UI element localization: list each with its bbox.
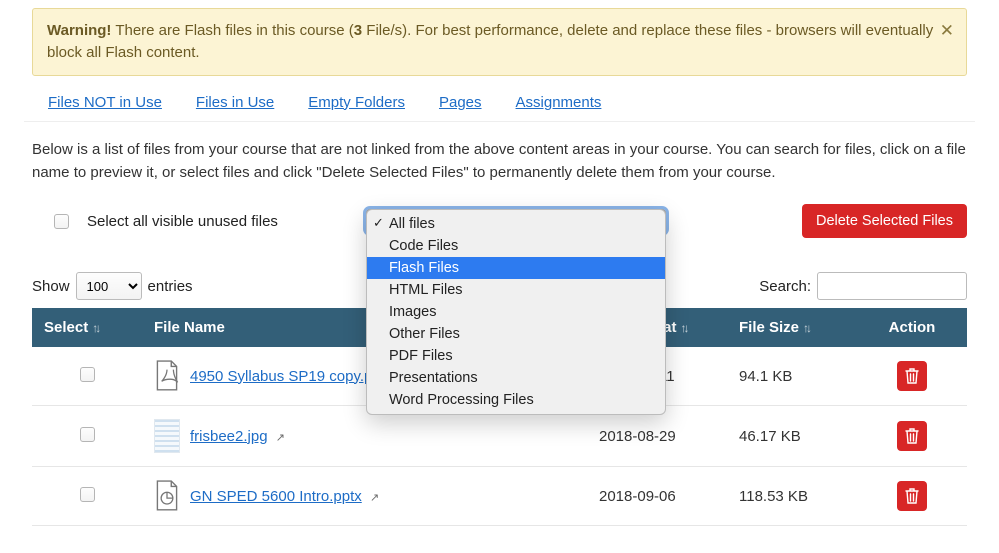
toolbar: Select all visible unused files All file… — [32, 198, 967, 246]
delete-selected-button[interactable]: Delete Selected Files — [802, 204, 967, 238]
tab-empty-folders[interactable]: Empty Folders — [308, 94, 405, 111]
col-size[interactable]: File Size↑↓ — [727, 308, 857, 347]
filter-option-word-processing[interactable]: Word Processing Files — [367, 389, 665, 411]
sort-icon: ↑↓ — [681, 321, 687, 335]
search-input[interactable] — [817, 272, 967, 300]
filter-option-presentations[interactable]: Presentations — [367, 367, 665, 389]
select-all-checkbox[interactable] — [54, 214, 69, 229]
intro-text: Below is a list of files from your cours… — [32, 122, 967, 199]
col-action: Action — [857, 308, 967, 347]
warning-label: Warning! — [47, 22, 111, 39]
file-link[interactable]: frisbee2.jpg — [190, 428, 268, 445]
delete-row-button[interactable] — [897, 421, 927, 451]
show-label: Show — [32, 278, 70, 295]
image-thumbnail-icon — [154, 419, 180, 453]
file-type-dropdown: All files Code Files Flash Files HTML Fi… — [366, 209, 666, 415]
sort-icon: ↑↓ — [92, 321, 98, 335]
row-checkbox[interactable] — [80, 487, 95, 502]
filter-option-flash-files[interactable]: Flash Files — [367, 257, 665, 279]
row-checkbox[interactable] — [80, 427, 95, 442]
tab-files-in-use[interactable]: Files in Use — [196, 94, 274, 111]
close-icon[interactable]: ✕ — [940, 19, 954, 44]
entries-label: entries — [148, 278, 193, 295]
tab-files-not-in-use[interactable]: Files NOT in Use — [48, 94, 162, 111]
filter-option-images[interactable]: Images — [367, 301, 665, 323]
col-select[interactable]: Select↑↓ — [32, 308, 142, 347]
warning-count: 3 — [354, 22, 362, 39]
delete-row-button[interactable] — [897, 361, 927, 391]
table-row: GN SPED 5600 Intro.pptx ↗ 2018-09-06 118… — [32, 467, 967, 526]
trash-icon — [905, 428, 919, 444]
external-link-icon: ↗ — [370, 492, 379, 504]
file-link[interactable]: 4950 Syllabus SP19 copy.pdf — [190, 368, 385, 385]
updated-cell: 2018-09-06 — [587, 467, 727, 526]
select-all-label: Select all visible unused files — [87, 213, 278, 230]
external-link-icon: ↗ — [276, 432, 285, 444]
tab-pages[interactable]: Pages — [439, 94, 482, 111]
pptx-file-icon — [154, 480, 180, 512]
tab-assignments[interactable]: Assignments — [516, 94, 602, 111]
filter-option-all-files[interactable]: All files — [367, 213, 665, 235]
search-label: Search: — [759, 278, 811, 295]
filter-option-html-files[interactable]: HTML Files — [367, 279, 665, 301]
content-tabs: Files NOT in Use Files in Use Empty Fold… — [24, 86, 975, 122]
sort-icon: ↑↓ — [803, 321, 809, 335]
size-cell: 46.17 KB — [727, 406, 857, 467]
flash-warning-alert: Warning! There are Flash files in this c… — [32, 8, 967, 76]
filter-option-pdf-files[interactable]: PDF Files — [367, 345, 665, 367]
entries-select[interactable]: 100 — [76, 272, 142, 300]
pdf-file-icon — [154, 360, 180, 392]
warning-text-1: There are Flash files in this course ( — [111, 22, 353, 39]
size-cell: 94.1 KB — [727, 347, 857, 406]
trash-icon — [905, 488, 919, 504]
delete-row-button[interactable] — [897, 481, 927, 511]
filter-option-code-files[interactable]: Code Files — [367, 235, 665, 257]
filter-option-other-files[interactable]: Other Files — [367, 323, 665, 345]
file-type-filter[interactable]: All files Code Files Flash Files HTML Fi… — [366, 209, 666, 233]
trash-icon — [905, 368, 919, 384]
row-checkbox[interactable] — [80, 367, 95, 382]
file-link[interactable]: GN SPED 5600 Intro.pptx — [190, 488, 362, 505]
size-cell: 118.53 KB — [727, 467, 857, 526]
